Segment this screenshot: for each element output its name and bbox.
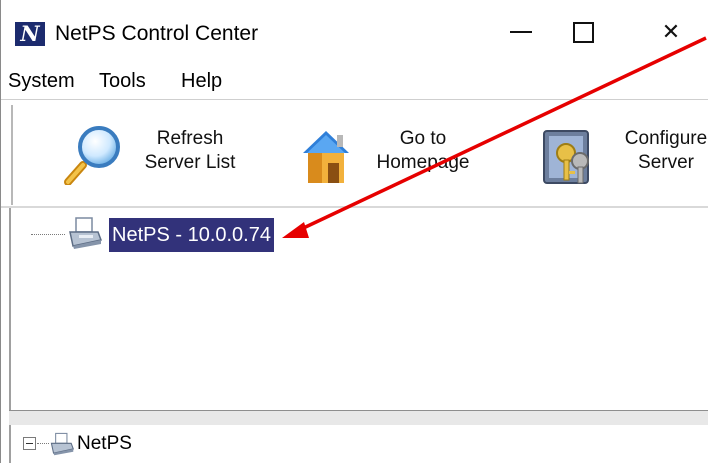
printer-icon (50, 432, 75, 456)
collapse-toggle[interactable] (23, 437, 36, 450)
close-icon: ✕ (661, 19, 681, 44)
pane-splitter[interactable] (9, 410, 708, 426)
menu-tools[interactable]: Tools (97, 69, 148, 93)
menu-system[interactable]: System (6, 69, 77, 93)
app-logo-icon: N (15, 22, 45, 46)
menu-bar: System Tools Help (1, 63, 708, 100)
go-to-homepage-button[interactable]: Go to Homepage (293, 105, 513, 205)
configure-server-button[interactable]: Configure Server (538, 105, 708, 205)
refresh-server-list-label: Refresh Server List (144, 128, 236, 173)
tree-root-netps[interactable]: NetPS (77, 432, 132, 456)
tree-connector-line (37, 443, 49, 444)
window-title: NetPS Control Center (55, 22, 259, 45)
go-to-homepage-label: Go to Homepage (376, 128, 470, 173)
menu-help[interactable]: Help (179, 69, 224, 93)
printer-icon (69, 217, 103, 249)
server-item-netps[interactable]: NetPS - 10.0.0.74 (109, 218, 274, 252)
maximize-icon (572, 21, 594, 43)
app-window: N NetPS Control Center ✕ System Tools He… (0, 0, 708, 463)
close-button[interactable]: ✕ (641, 12, 701, 52)
magnifier-icon (64, 126, 120, 185)
configure-server-label: Configure Server (624, 128, 708, 173)
configure-keys-icon (543, 130, 589, 184)
house-icon (303, 131, 349, 183)
minimize-button[interactable] (491, 12, 551, 52)
minimize-icon (510, 31, 532, 33)
maximize-button[interactable] (553, 12, 613, 52)
title-bar[interactable]: N NetPS Control Center ✕ (1, 0, 708, 63)
toolbar: Refresh Server List Go to Homepage Confi… (11, 105, 708, 205)
tree-connector-line (31, 234, 65, 235)
refresh-server-list-button[interactable]: Refresh Server List (63, 105, 263, 205)
